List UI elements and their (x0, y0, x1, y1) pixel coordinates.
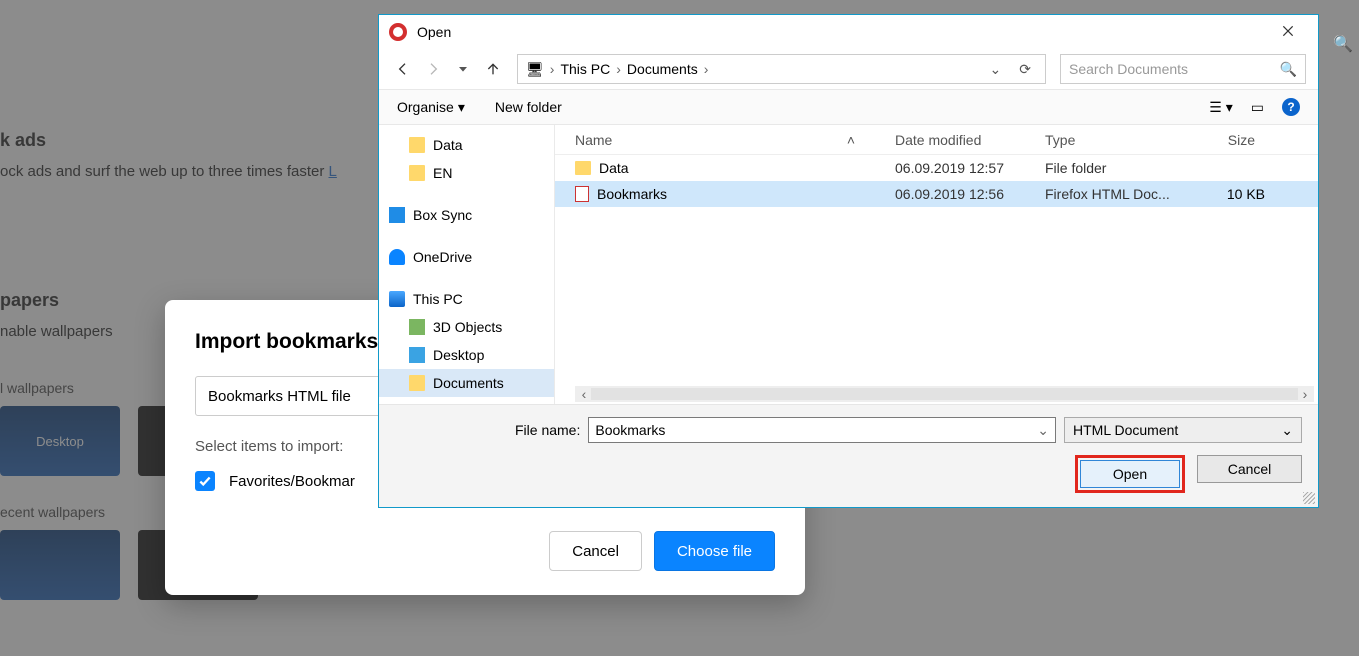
column-date[interactable]: Date modified (895, 132, 1045, 148)
objects-icon (409, 319, 425, 335)
tree-data[interactable]: Data (379, 131, 554, 159)
resize-grip-icon[interactable] (1303, 492, 1315, 504)
breadcrumb-documents[interactable]: Documents (627, 61, 698, 77)
checkbox-checked-icon[interactable] (195, 471, 215, 491)
dropdown-icon[interactable]: ⌄ (1037, 422, 1049, 439)
forward-button[interactable] (421, 57, 445, 81)
preview-pane-icon[interactable]: ▭ (1251, 99, 1264, 116)
file-row-bookmarks[interactable]: Bookmarks 06.09.2019 12:56 Firefox HTML … (555, 181, 1318, 207)
search-icon: 🔍 (1280, 61, 1297, 78)
choose-file-button[interactable]: Choose file (654, 531, 775, 571)
tree-documents[interactable]: Documents (379, 369, 554, 397)
pc-icon (389, 291, 405, 307)
folder-icon (409, 137, 425, 153)
column-name[interactable]: Name ˄ (575, 132, 895, 148)
opera-icon (389, 23, 407, 41)
back-button[interactable] (391, 57, 415, 81)
tree-onedrive[interactable]: OneDrive (379, 243, 554, 271)
address-dropdown-icon[interactable]: ⌄ (984, 61, 1008, 78)
organise-menu[interactable]: Organise ▾ (397, 99, 465, 116)
scroll-right-icon[interactable]: › (1298, 386, 1312, 402)
html-file-icon (575, 186, 589, 202)
column-size[interactable]: Size (1195, 132, 1255, 148)
open-button-highlight: Open (1075, 455, 1185, 493)
search-input[interactable]: Search Documents 🔍 (1060, 54, 1306, 84)
folder-tree: Data EN Box Sync OneDrive This PC 3D Obj… (379, 125, 555, 404)
folder-icon (409, 165, 425, 181)
sort-icon: ˄ (847, 132, 855, 148)
up-button[interactable] (481, 57, 505, 81)
address-bar[interactable]: 🖥 › This PC › Documents › ⌄ ⟳ (517, 54, 1046, 84)
file-name-input[interactable]: Bookmarks ⌄ (588, 417, 1056, 443)
view-options-icon[interactable]: ☰ ▾ (1209, 99, 1232, 116)
file-row-data[interactable]: Data 06.09.2019 12:57 File folder (555, 155, 1318, 181)
search-placeholder: Search Documents (1069, 61, 1188, 77)
tree-this-pc[interactable]: This PC (379, 285, 554, 313)
help-icon[interactable]: ? (1282, 98, 1300, 116)
import-cancel-button[interactable]: Cancel (549, 531, 642, 571)
dropdown-icon: ⌄ (1281, 422, 1293, 439)
desktop-icon (409, 347, 425, 363)
box-icon (389, 207, 405, 223)
dropdown-icon: ▾ (458, 99, 465, 116)
file-type-select[interactable]: HTML Document ⌄ (1064, 417, 1302, 443)
favorites-checkbox-label: Favorites/Bookmar (229, 473, 355, 490)
column-type[interactable]: Type (1045, 132, 1195, 148)
page-search-icon[interactable]: 🔍 (1333, 34, 1353, 54)
folder-icon (409, 375, 425, 391)
file-name-label: File name: (515, 422, 580, 438)
pc-icon: 🖥 (526, 61, 544, 78)
open-button[interactable]: Open (1080, 460, 1180, 488)
close-button[interactable] (1268, 24, 1308, 41)
tree-3d-objects[interactable]: 3D Objects (379, 313, 554, 341)
new-folder-button[interactable]: New folder (495, 99, 562, 115)
dialog-title: Open (417, 24, 451, 40)
breadcrumb-this-pc[interactable]: This PC (560, 61, 610, 77)
file-list: Name ˄ Date modified Type Size Data 06.0… (555, 125, 1318, 404)
refresh-button[interactable]: ⟳ (1013, 61, 1037, 78)
open-file-dialog: Open 🖥 › This PC › Documents › ⌄ ⟳ Searc… (378, 14, 1319, 508)
tree-desktop[interactable]: Desktop (379, 341, 554, 369)
tree-box-sync[interactable]: Box Sync (379, 201, 554, 229)
cancel-button[interactable]: Cancel (1197, 455, 1302, 483)
tree-en[interactable]: EN (379, 159, 554, 187)
recent-dropdown[interactable] (451, 57, 475, 81)
horizontal-scrollbar[interactable]: ‹ › (575, 386, 1314, 402)
folder-icon (575, 161, 591, 175)
cloud-icon (389, 249, 405, 265)
scroll-left-icon[interactable]: ‹ (577, 386, 591, 402)
